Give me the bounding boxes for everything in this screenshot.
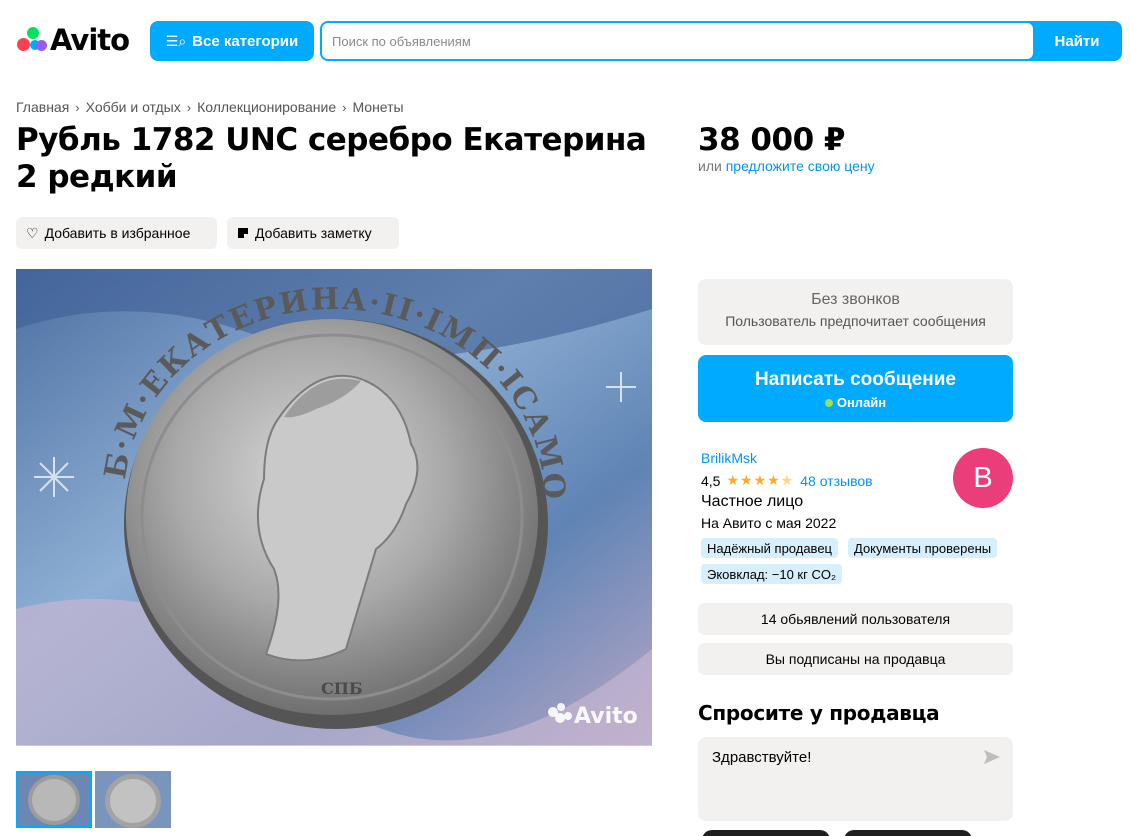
breadcrumb: Главная › Хобби и отдых › Коллекциониров… — [16, 99, 404, 115]
all-categories-label: Все категории — [192, 32, 299, 50]
logo-text: Avito — [50, 23, 130, 57]
avito-logo[interactable]: Avito — [16, 23, 130, 57]
add-to-favorites-button[interactable]: ♡ Добавить в избранное — [16, 217, 217, 249]
search-input[interactable] — [322, 23, 1033, 59]
add-note-button[interactable]: Добавить заметку — [227, 217, 399, 249]
seller-since: На Авито с мая 2022 — [701, 515, 837, 531]
add-note-label: Добавить заметку — [255, 225, 372, 241]
chevron-right-icon: › — [342, 99, 347, 115]
quick-reply-chips — [698, 830, 1013, 836]
add-to-favorites-label: Добавить в избранное — [44, 225, 191, 241]
thumbnail-1[interactable] — [16, 771, 92, 828]
chevron-right-icon: › — [75, 99, 80, 115]
user-ads-button[interactable]: 14 обьявлений пользователя — [698, 603, 1013, 635]
online-label: Онлайн — [836, 395, 887, 410]
search-bar: Найти — [320, 21, 1122, 61]
write-message-label: Написать сообщение — [755, 369, 956, 390]
write-message-button[interactable]: Написать сообщение Онлайн — [698, 355, 1013, 422]
badge-reliable-seller[interactable]: Надёжный продавец — [701, 538, 838, 558]
breadcrumb-hobby[interactable]: Хобби и отдых — [86, 99, 181, 115]
ask-seller-box — [698, 737, 1013, 821]
seller-name-link[interactable]: BrilikMsk — [701, 450, 757, 466]
quick-reply-chip[interactable] — [844, 830, 972, 836]
badge-documents-verified[interactable]: Документы проверены — [848, 538, 998, 558]
subscribed-button[interactable]: Вы подписаны на продавца — [698, 643, 1013, 675]
all-categories-button[interactable]: ☰⌕ Все категории — [150, 21, 314, 61]
seller-type: Частное лицо — [701, 493, 804, 510]
heart-icon: ♡ — [26, 224, 39, 241]
no-calls-title: Без звонков — [811, 291, 900, 308]
ask-seller-title: Спросите у продавца — [698, 701, 940, 725]
price-offer: или предложите свою цену — [698, 158, 875, 174]
star-rating-icon: ★★★★★ — [726, 472, 795, 488]
search-button[interactable]: Найти — [1032, 21, 1122, 61]
listing-title: Рубль 1782 UNC серебро Екатерина 2 редки… — [16, 122, 647, 195]
coin-mint-mark: СПБ — [321, 679, 363, 698]
no-calls-subtitle: Пользователь предпочитает сообщения — [725, 313, 986, 329]
reviews-link[interactable]: 48 отзывов — [800, 473, 872, 489]
image-watermark: Avito — [574, 704, 638, 729]
send-icon[interactable] — [983, 749, 1001, 765]
ask-message-input[interactable] — [712, 749, 962, 766]
online-status: Онлайн — [824, 395, 887, 410]
logo-dots-icon — [16, 26, 47, 54]
filter-search-icon: ☰⌕ — [165, 32, 187, 49]
no-calls-notice: Без звонков Пользователь предпочитает со… — [698, 279, 1013, 345]
seller-rating: 4,5 ★★★★★ 48 отзывов — [701, 472, 873, 489]
badge-eco-contribution[interactable]: Эковклад: −10 кг CO₂ — [701, 564, 843, 584]
listing-price: 38 000 ₽ — [698, 122, 846, 158]
thumbnail-2[interactable] — [95, 771, 171, 828]
online-dot-icon — [824, 398, 833, 407]
breadcrumb-collecting[interactable]: Коллекционирование — [197, 99, 336, 115]
note-icon — [238, 228, 248, 238]
avatar[interactable]: B — [953, 448, 1013, 508]
main-photo[interactable]: Б·М·ЕКАТЕРИНА·II·IМП·IСАМОДЕРЖ·ВСЕРОСС· … — [16, 269, 652, 746]
rating-value: 4,5 — [701, 472, 721, 489]
offer-price-link[interactable]: предложите свою цену — [726, 158, 875, 174]
chevron-right-icon: › — [186, 99, 192, 115]
offer-prefix: или — [698, 158, 722, 174]
quick-reply-chip[interactable] — [702, 830, 830, 836]
breadcrumb-coins[interactable]: Монеты — [352, 99, 403, 115]
breadcrumb-home[interactable]: Главная — [16, 99, 69, 115]
